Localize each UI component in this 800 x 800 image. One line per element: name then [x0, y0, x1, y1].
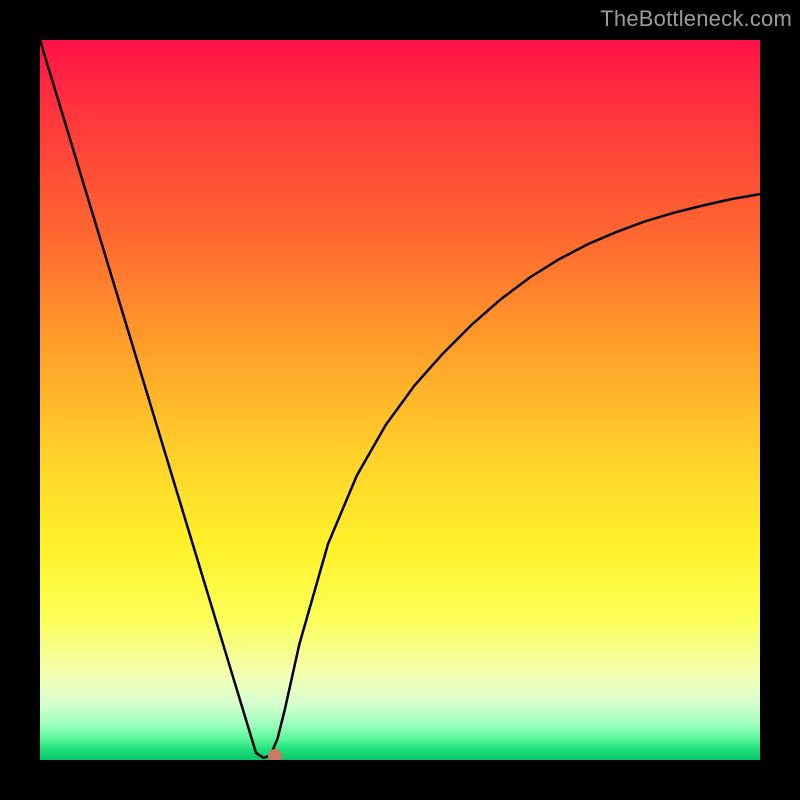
- chart-frame: TheBottleneck.com: [0, 0, 800, 800]
- bottleneck-curve: [40, 40, 760, 758]
- watermark-text: TheBottleneck.com: [600, 6, 792, 32]
- curve-layer: [40, 40, 760, 760]
- optimal-point-marker: [268, 749, 282, 760]
